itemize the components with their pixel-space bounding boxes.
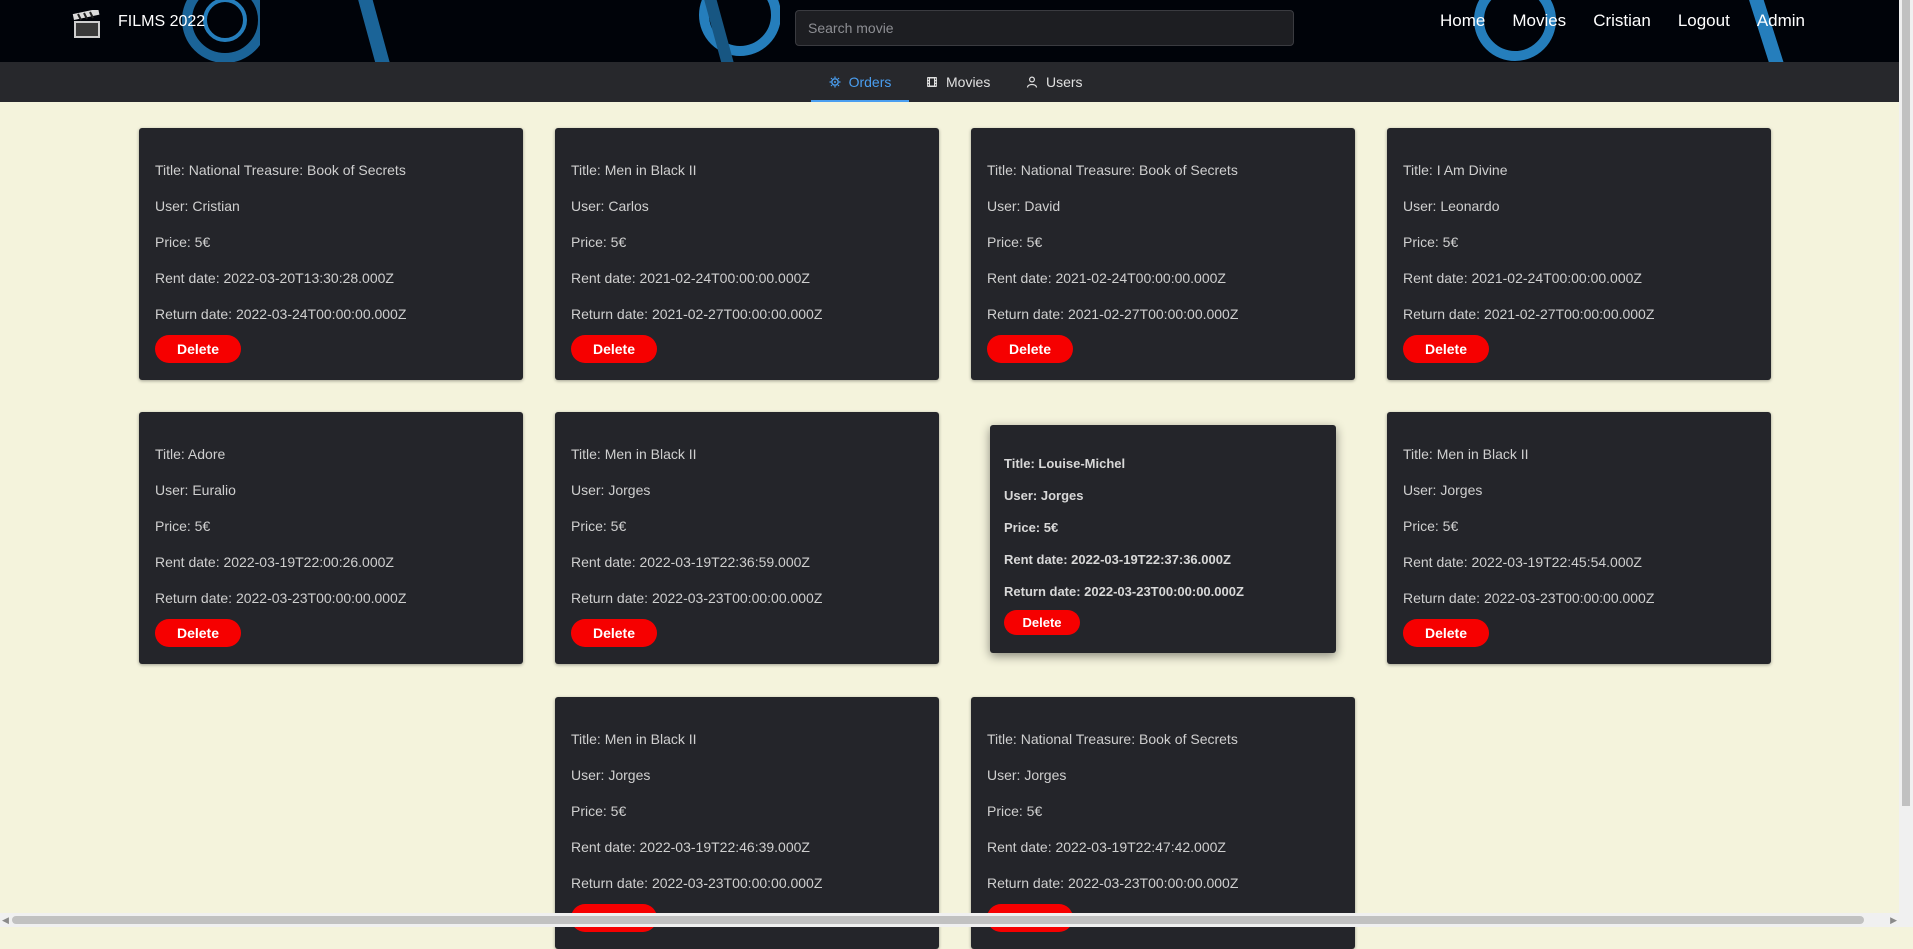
order-title: Title: Adore (155, 446, 226, 462)
order-return-date: Return date: 2022-03-23T00:00:00.000Z (155, 590, 407, 606)
scroll-left-arrow-icon[interactable]: ◀ (2, 913, 9, 927)
film-reel-decoration (1749, 0, 1784, 62)
order-return-date: Return date: 2022-03-23T00:00:00.000Z (571, 590, 823, 606)
film-icon (927, 77, 937, 87)
order-title: Title: Men in Black II (1403, 446, 1529, 462)
film-reel-decoration (1474, 0, 1556, 61)
order-return-date: Return date: 2021-02-27T00:00:00.000Z (571, 306, 823, 322)
brand-title[interactable]: FILMS 2022 (118, 13, 205, 31)
delete-order-button[interactable]: Delete (1403, 619, 1489, 647)
nav-logout[interactable]: Logout (1678, 11, 1730, 31)
order-card: Title: Men in Black II User: Carlos Pric… (555, 128, 939, 380)
delete-order-button[interactable]: Delete (571, 335, 657, 363)
order-title: Title: Men in Black II (571, 731, 697, 747)
tab-users[interactable]: Users (1026, 62, 1083, 102)
order-price: Price: 5€ (987, 803, 1043, 819)
order-card: Title: Men in Black II User: Jorges Pric… (1387, 412, 1771, 664)
order-title: Title: National Treasure: Book of Secret… (987, 162, 1238, 178)
order-return-date: Return date: 2022-03-23T00:00:00.000Z (571, 875, 823, 891)
order-title: Title: Men in Black II (571, 162, 697, 178)
horizontal-scrollbar-thumb[interactable] (12, 916, 1864, 924)
film-reel-decoration (358, 0, 390, 62)
delete-order-button[interactable]: Delete (571, 619, 657, 647)
order-rent-date: Rent date: 2022-03-19T22:36:59.000Z (571, 554, 810, 570)
vertical-scrollbar[interactable] (1899, 0, 1913, 913)
order-card: Title: Men in Black II User: Jorges Pric… (555, 412, 939, 664)
order-rent-date: Rent date: 2021-02-24T00:00:00.000Z (987, 270, 1226, 286)
order-rent-date: Rent date: 2022-03-19T22:47:42.000Z (987, 839, 1226, 855)
order-card: Title: Adore User: Euralio Price: 5€ Ren… (139, 412, 523, 664)
order-card-hovered: Title: Louise-Michel User: Jorges Price:… (990, 425, 1336, 653)
order-return-date: Return date: 2022-03-23T00:00:00.000Z (1004, 583, 1244, 599)
order-return-date: Return date: 2022-03-24T00:00:00.000Z (155, 306, 407, 322)
delete-order-button[interactable]: Delete (155, 619, 241, 647)
horizontal-scrollbar[interactable]: ◀ ▶ (0, 913, 1913, 927)
clapperboard-logo-icon[interactable] (72, 10, 102, 40)
order-title: Title: I Am Divine (1403, 162, 1508, 178)
top-navbar: FILMS 2022 Home Movies Cristian Logout A… (0, 0, 1899, 62)
nav-movies[interactable]: Movies (1512, 11, 1566, 31)
order-rent-date: Rent date: 2021-02-24T00:00:00.000Z (571, 270, 810, 286)
order-return-date: Return date: 2021-02-27T00:00:00.000Z (987, 306, 1239, 322)
search-input[interactable] (795, 10, 1294, 46)
order-title: Title: Men in Black II (571, 446, 697, 462)
order-user: User: David (987, 198, 1061, 214)
order-title: Title: National Treasure: Book of Secret… (987, 731, 1238, 747)
order-return-date: Return date: 2021-02-27T00:00:00.000Z (1403, 306, 1655, 322)
order-price: Price: 5€ (571, 803, 627, 819)
order-user: User: Jorges (571, 482, 651, 498)
delete-order-button[interactable]: Delete (155, 335, 241, 363)
order-card: Title: National Treasure: Book of Secret… (971, 128, 1355, 380)
order-price: Price: 5€ (1004, 519, 1059, 535)
order-price: Price: 5€ (987, 234, 1043, 250)
order-title: Title: National Treasure: Book of Secret… (155, 162, 406, 178)
order-user: User: Jorges (1004, 487, 1084, 503)
delete-order-button[interactable]: Delete (987, 335, 1073, 363)
order-user: User: Carlos (571, 198, 649, 214)
admin-tab-bar: Orders Movies Users (0, 62, 1899, 102)
vertical-scrollbar-thumb[interactable] (1902, 0, 1910, 806)
tab-orders[interactable]: Orders (811, 62, 909, 102)
film-reel-decoration (699, 0, 780, 62)
nav-home[interactable]: Home (1440, 11, 1485, 31)
order-user: User: Jorges (987, 767, 1067, 783)
delete-order-button[interactable]: Delete (1403, 335, 1489, 363)
tab-orders-label: Orders (848, 74, 892, 90)
order-card: Title: I Am Divine User: Leonardo Price:… (1387, 128, 1771, 380)
order-rent-date: Rent date: 2021-02-24T00:00:00.000Z (1403, 270, 1642, 286)
tab-movies[interactable]: Movies (926, 62, 990, 102)
gear-icon (829, 76, 841, 88)
order-price: Price: 5€ (155, 518, 211, 534)
order-rent-date: Rent date: 2022-03-19T22:37:36.000Z (1004, 551, 1231, 567)
order-price: Price: 5€ (571, 234, 627, 250)
order-user: User: Jorges (1403, 482, 1483, 498)
order-rent-date: Rent date: 2022-03-19T22:46:39.000Z (571, 839, 810, 855)
tab-movies-label: Movies (946, 74, 991, 90)
order-title: Title: Louise-Michel (1004, 455, 1126, 471)
order-price: Price: 5€ (571, 518, 627, 534)
order-return-date: Return date: 2022-03-23T00:00:00.000Z (1403, 590, 1655, 606)
film-reel-decoration (182, 0, 260, 62)
nav-admin[interactable]: Admin (1757, 11, 1805, 31)
order-rent-date: Rent date: 2022-03-20T13:30:28.000Z (155, 270, 394, 286)
user-icon (1026, 76, 1038, 88)
order-return-date: Return date: 2022-03-23T00:00:00.000Z (987, 875, 1239, 891)
order-user: User: Leonardo (1403, 198, 1500, 214)
order-user: User: Euralio (155, 482, 236, 498)
delete-order-button[interactable]: Delete (1004, 610, 1080, 635)
order-card: Title: Men in Black II User: Jorges Pric… (555, 697, 939, 949)
order-card: Title: National Treasure: Book of Secret… (139, 128, 523, 380)
scroll-right-arrow-icon[interactable]: ▶ (1890, 913, 1897, 927)
nav-user-profile[interactable]: Cristian (1593, 11, 1651, 31)
order-card: Title: National Treasure: Book of Secret… (971, 697, 1355, 949)
order-rent-date: Rent date: 2022-03-19T22:00:26.000Z (155, 554, 394, 570)
order-user: User: Cristian (155, 198, 240, 214)
top-nav: Home Movies Cristian Logout Admin (1440, 11, 1805, 31)
tab-users-label: Users (1046, 74, 1083, 90)
order-price: Price: 5€ (1403, 518, 1459, 534)
order-user: User: Jorges (571, 767, 651, 783)
order-price: Price: 5€ (1403, 234, 1459, 250)
order-price: Price: 5€ (155, 234, 211, 250)
order-rent-date: Rent date: 2022-03-19T22:45:54.000Z (1403, 554, 1642, 570)
